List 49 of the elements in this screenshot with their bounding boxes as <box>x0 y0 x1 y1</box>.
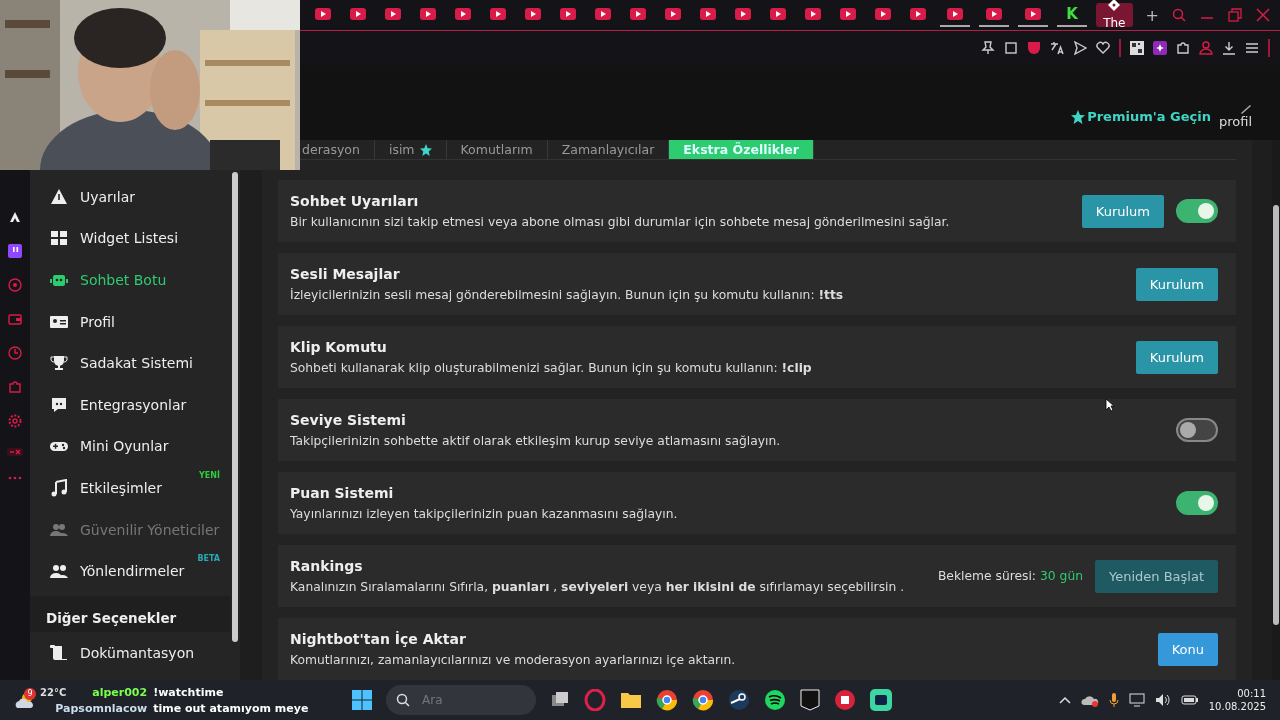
status-label: BETA <box>197 554 220 564</box>
feature-title: Sohbet Uyarıları <box>290 193 420 209</box>
feature-title: Seviye Sistemi <box>290 412 407 428</box>
cooldown-label: Bekleme süresi: <box>937 569 1036 583</box>
search-field[interactable]: Ara <box>386 685 536 715</box>
section-heading: Diğer Seçenekler <box>30 595 230 632</box>
sidebar-item[interactable]: Sohbet Botu <box>30 259 230 301</box>
sidebar-item[interactable]: Widget Listesi <box>30 217 230 260</box>
status-label: YENİ <box>199 471 220 481</box>
sidebar-item[interactable]: Sadakat Sistemi <box>30 342 230 384</box>
feature-description: Kanalınızın Sıralamalarını Sıfırla, puanları , seviyeleri veya her ikisini de sıfırlamayı seçebilirsin . <box>290 580 906 594</box>
sidebar-item[interactable]: Etkileşimler YENİ <box>30 467 230 509</box>
feature-description: Yayınlarınızı izleyen takipçilerinizin puan kazanmasını sağlayın. <box>290 507 679 521</box>
sidebar-item[interactable]: Uyarılar <box>30 176 230 218</box>
browser-tab[interactable]: The <box>1096 3 1133 27</box>
sidebar-item[interactable]: Entegrasyonlar <box>30 383 230 426</box>
feature-title: Klip Komutu <box>290 339 388 355</box>
feature-description: İzleyicilerinizin sesli mesaj gönderebilmesini sağlayın. Bunun için şu komutu kullanın: !tts <box>290 288 845 302</box>
feature-description: Takipçilerinizin sohbette aktif olarak etkileşim kurup seviye atlamasını sağlayın. <box>290 434 782 448</box>
tab[interactable]: Komutlarım <box>446 140 548 159</box>
sidebar-item[interactable]: Yönlendirmeler BETA <box>30 550 230 592</box>
setup-button[interactable]: Kurulum <box>1135 340 1218 374</box>
sidebar-item[interactable]: Dokümantasyon <box>30 631 230 674</box>
chat-message: time out atamıyom meye <box>153 701 309 715</box>
feature-title: Rankings <box>290 558 364 574</box>
clock-time[interactable]: 00:11 <box>1237 688 1266 699</box>
feature-title: Sesli Mesajlar <box>290 266 401 282</box>
cooldown-value: 30 gün <box>1040 569 1083 583</box>
chat-message: !watchtime <box>153 685 225 699</box>
feature-description: Bir kullanıcının sizi takip etmesi veya abone olması gibi durumlar için sohbete mesaj gönderilmesini sağlar. <box>290 215 951 229</box>
profile-link[interactable]: profil <box>1218 104 1252 129</box>
new-tab-button[interactable]: + <box>1141 5 1163 25</box>
tab[interactable]: isim <box>374 140 447 159</box>
sidebar-item[interactable]: Mini Oyunlar <box>30 425 230 468</box>
feature-description: Sohbeti kullanarak klip oluşturabilmenizi sağlar. Bunun için şu komutu kullanın: !clip <box>290 361 813 375</box>
temperature: 22°C <box>40 686 67 698</box>
setup-button[interactable]: Kurulum <box>1081 194 1164 228</box>
clock-date[interactable]: 10.08.2025 <box>1208 701 1266 712</box>
feature-title: Puan Sistemi <box>290 485 395 501</box>
feature-title: Nightbot'tan İçe Aktar <box>290 631 467 647</box>
chat-username: alper002 <box>92 685 148 699</box>
premium-link[interactable]: Premium'a Geçin <box>1071 109 1211 124</box>
tab[interactable]: derasyon <box>302 140 375 159</box>
browser-tab[interactable]: K <box>1057 3 1087 27</box>
notification-badge: 9 <box>24 688 36 700</box>
sidebar-item[interactable]: Profil <box>30 300 230 343</box>
setup-button[interactable]: Kurulum <box>1135 267 1218 301</box>
chat-username: Papsomnlacow <box>55 701 148 715</box>
feature-description: Komutlarınızı, zamanlayıcılarınızı ve moderasyon ayarlarınızı içe aktarın. <box>290 653 737 667</box>
